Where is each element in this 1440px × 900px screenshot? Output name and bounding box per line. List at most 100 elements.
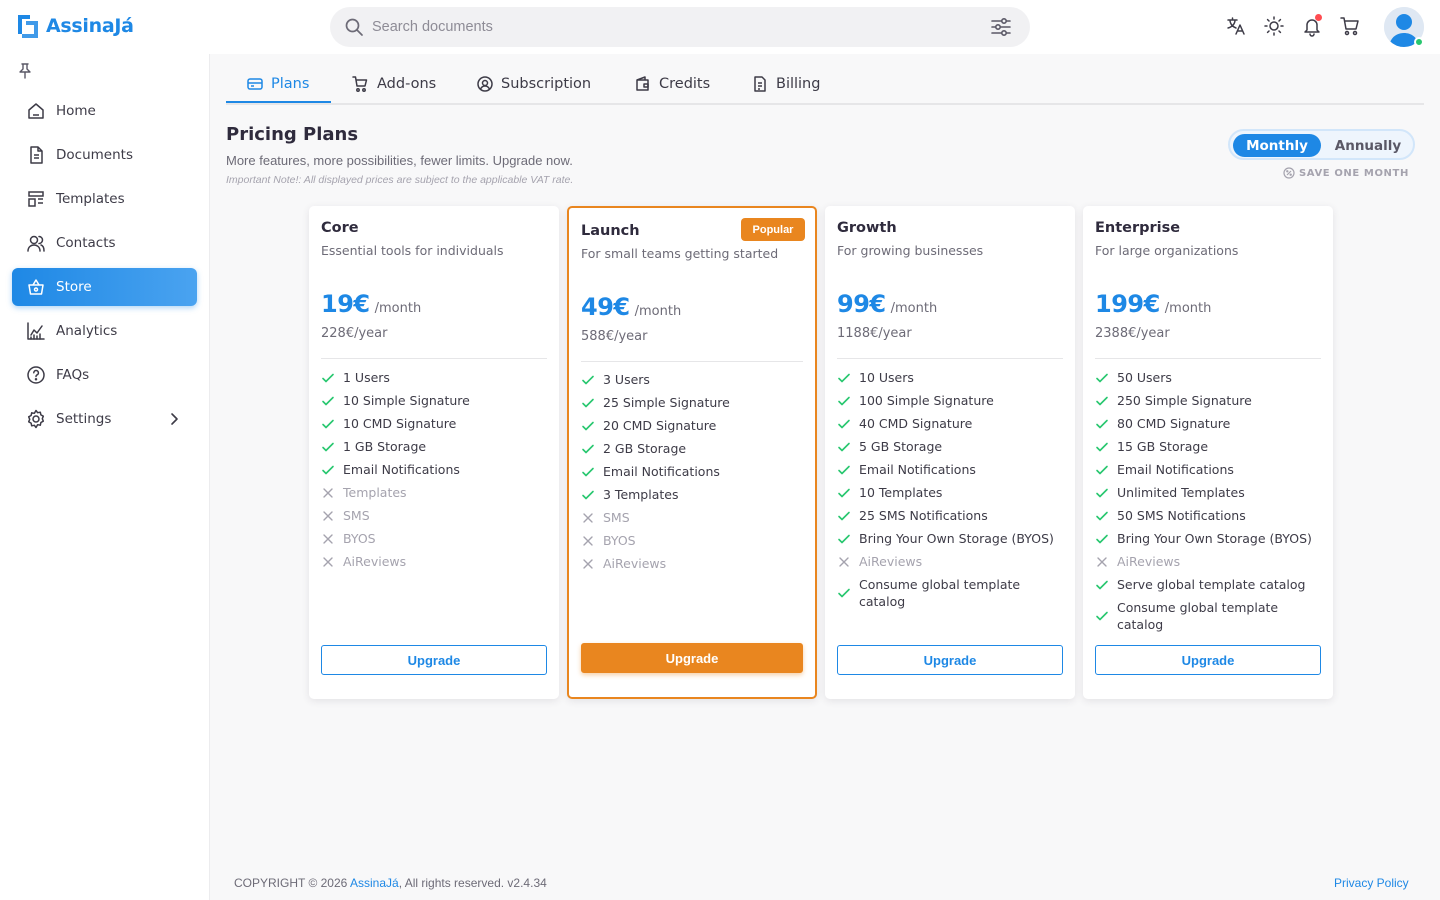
- sidebar-item-label: FAQs: [56, 367, 90, 383]
- sidebar: Home Documents Templates Contacts Store …: [0, 54, 210, 900]
- feature-text: 20 CMD Signature: [603, 418, 717, 433]
- plan-price: 199€ /month: [1095, 290, 1211, 318]
- check-icon: [322, 465, 334, 474]
- tab-add-ons[interactable]: Add-ons: [352, 64, 436, 104]
- home-icon: [28, 103, 44, 119]
- upgrade-button[interactable]: Upgrade: [1095, 645, 1321, 675]
- feature-item: AiReviews: [581, 552, 803, 575]
- feature-item: SMS: [581, 506, 803, 529]
- filter-icon[interactable]: [990, 17, 1012, 37]
- feature-item: 10 CMD Signature: [321, 412, 547, 435]
- feature-item: 1 Users: [321, 366, 547, 389]
- plan-description: For growing businesses: [837, 243, 984, 258]
- settings-icon: [27, 409, 45, 429]
- check-icon: [582, 421, 594, 430]
- divider: [837, 358, 1063, 359]
- sidebar-item-label: Templates: [56, 191, 125, 207]
- upgrade-button[interactable]: Upgrade: [581, 643, 803, 673]
- toggle-annually[interactable]: Annually: [1324, 134, 1412, 157]
- x-icon: [583, 558, 593, 569]
- feature-text: 3 Users: [603, 372, 650, 387]
- app-name: AssinaJá: [46, 15, 134, 37]
- feature-item: 3 Templates: [581, 483, 803, 506]
- sidebar-item-store[interactable]: Store: [12, 268, 197, 306]
- check-icon: [838, 419, 850, 428]
- app-logo[interactable]: AssinaJá: [16, 12, 134, 40]
- x-icon: [839, 556, 849, 567]
- check-icon: [838, 488, 850, 497]
- notification-dot: [1315, 14, 1322, 21]
- sun-icon[interactable]: [1262, 14, 1286, 38]
- tab-label: Subscription: [501, 76, 592, 92]
- feature-text: 3 Templates: [603, 487, 679, 502]
- sidebar-item-settings[interactable]: Settings: [12, 400, 197, 438]
- feature-text: Email Notifications: [603, 464, 720, 479]
- plan-price: 99€ /month: [837, 290, 937, 318]
- price-amount: 99€: [837, 290, 886, 318]
- toggle-monthly[interactable]: Monthly: [1233, 134, 1321, 157]
- feature-text: 1 Users: [343, 370, 390, 385]
- privacy-policy-link[interactable]: Privacy Policy: [1334, 876, 1409, 890]
- translate-icon[interactable]: [1224, 14, 1248, 38]
- tab-billing[interactable]: Billing: [751, 64, 820, 104]
- yearly-price: 1188€/year: [837, 326, 912, 341]
- feature-text: Serve global template catalog: [1117, 577, 1306, 592]
- plan-card-launch: Popular Launch For small teams getting s…: [567, 206, 817, 699]
- feature-text: 50 Users: [1117, 370, 1172, 385]
- feature-item: Serve global template catalog: [1095, 573, 1325, 596]
- help-icon: [27, 366, 45, 384]
- feature-item: AiReviews: [321, 550, 547, 573]
- pin-icon[interactable]: [16, 62, 34, 80]
- check-icon: [838, 373, 850, 382]
- sidebar-item-templates[interactable]: Templates: [12, 180, 197, 218]
- feature-item: Email Notifications: [1095, 458, 1325, 481]
- divider: [581, 361, 803, 362]
- feature-text: Bring Your Own Storage (BYOS): [1117, 531, 1312, 546]
- copyright-text: COPYRIGHT © 2026: [234, 876, 348, 890]
- sidebar-item-contacts[interactable]: Contacts: [12, 224, 197, 262]
- top-bar: AssinaJá: [0, 0, 1440, 54]
- feature-text: 10 Simple Signature: [343, 393, 470, 408]
- check-icon: [838, 465, 850, 474]
- plan-description: For small teams getting started: [581, 246, 779, 261]
- price-period: /month: [374, 301, 422, 316]
- sidebar-item-label: Analytics: [56, 323, 118, 339]
- feature-item: 3 Users: [581, 368, 803, 391]
- feature-text: 10 Users: [859, 370, 914, 385]
- upgrade-button[interactable]: Upgrade: [321, 645, 547, 675]
- feature-item: 5 GB Storage: [837, 435, 1067, 458]
- check-icon: [838, 534, 850, 543]
- tab-label: Billing: [776, 76, 821, 92]
- feature-item: 1 GB Storage: [321, 435, 547, 458]
- cart-icon[interactable]: [1338, 14, 1362, 38]
- footer-brand-link[interactable]: AssinaJá: [350, 876, 399, 890]
- divider: [1095, 358, 1321, 359]
- sidebar-item-home[interactable]: Home: [12, 92, 197, 130]
- sidebar-item-analytics[interactable]: Analytics: [12, 312, 197, 350]
- bell-icon[interactable]: [1300, 14, 1324, 38]
- tab-plans[interactable]: Plans: [246, 64, 309, 104]
- price-amount: 49€: [581, 293, 630, 321]
- save-note-text: SAVE ONE MONTH: [1299, 167, 1409, 179]
- feature-text: 15 GB Storage: [1117, 439, 1209, 454]
- sidebar-item-documents[interactable]: Documents: [12, 136, 197, 174]
- feature-text: 1 GB Storage: [343, 439, 427, 454]
- feature-item: BYOS: [581, 529, 803, 552]
- tab-credits[interactable]: Credits: [634, 64, 710, 104]
- feature-item: SMS: [321, 504, 547, 527]
- upgrade-button[interactable]: Upgrade: [837, 645, 1063, 675]
- check-icon: [1096, 396, 1108, 405]
- feature-text: AiReviews: [343, 554, 407, 569]
- feature-item: Bring Your Own Storage (BYOS): [837, 527, 1067, 550]
- billing-period-toggle[interactable]: Monthly Annually: [1228, 129, 1415, 160]
- feature-item: 10 Templates: [837, 481, 1067, 504]
- price-period: /month: [890, 301, 938, 316]
- search-bar[interactable]: [330, 7, 1030, 47]
- plan-price: 49€ /month: [581, 293, 681, 321]
- active-tab-indicator: [226, 101, 331, 103]
- feature-item: Bring Your Own Storage (BYOS): [1095, 527, 1325, 550]
- search-input[interactable]: [372, 15, 972, 39]
- feature-item: 25 Simple Signature: [581, 391, 803, 414]
- tab-subscription[interactable]: Subscription: [476, 64, 591, 104]
- sidebar-item-faqs[interactable]: FAQs: [12, 356, 197, 394]
